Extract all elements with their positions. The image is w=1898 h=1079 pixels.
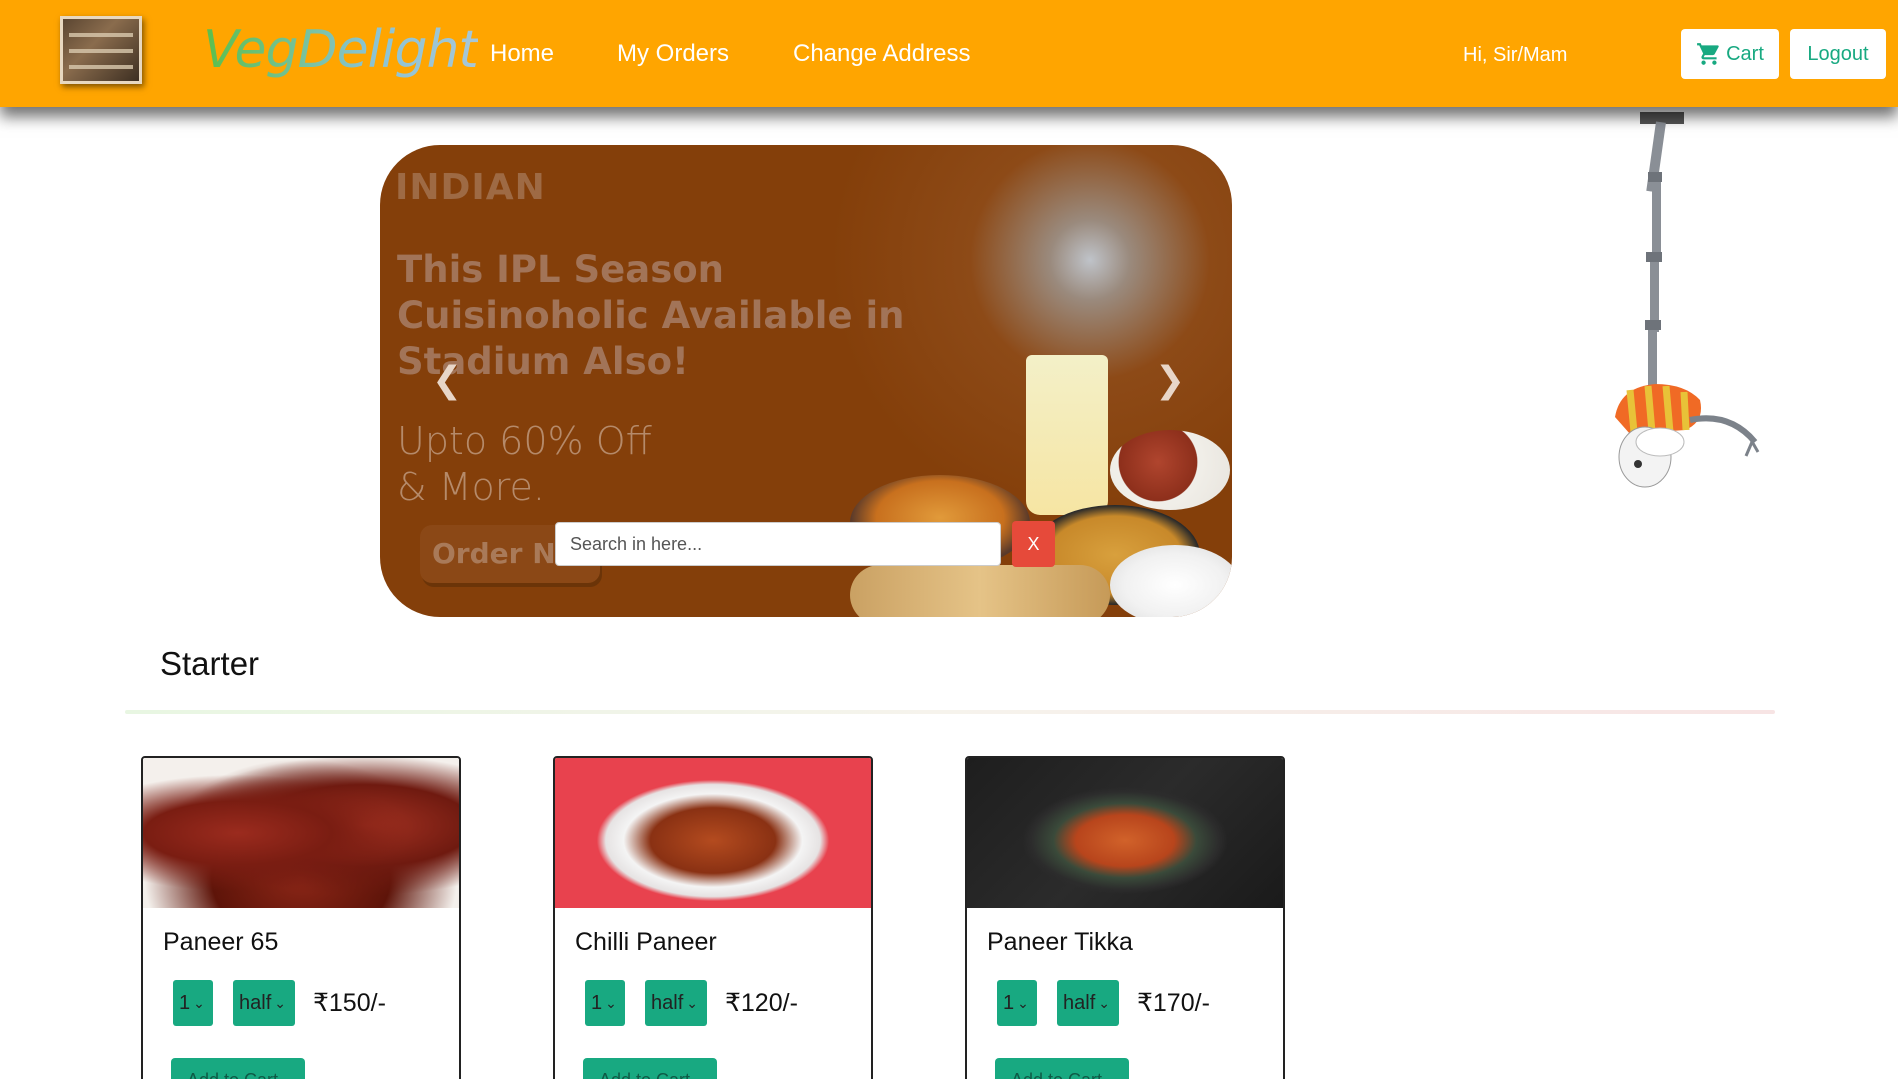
section-title: Starter bbox=[160, 645, 260, 682]
portion-select[interactable]: half ⌄ bbox=[1057, 980, 1119, 1026]
chevron-down-icon: ⌄ bbox=[1017, 994, 1029, 1011]
nav-home[interactable]: Home bbox=[490, 40, 554, 68]
add-to-cart-button[interactable]: Add to Cart bbox=[171, 1058, 305, 1079]
item-price: ₹150/- bbox=[313, 989, 386, 1017]
navbar: VegDelight Home My Orders Change Address… bbox=[0, 0, 1898, 107]
item-name: Paneer Tikka bbox=[987, 928, 1133, 956]
idli-plate-image bbox=[1110, 545, 1232, 617]
item-price: ₹170/- bbox=[1137, 989, 1210, 1017]
add-to-cart-button[interactable]: Add to Cart bbox=[995, 1058, 1129, 1079]
offer-line-1: Upto 60% Off bbox=[397, 419, 652, 463]
offer-line-2: & More. bbox=[397, 465, 545, 509]
gulab-jamun-bowl-image bbox=[1110, 430, 1230, 510]
cart-label: Cart bbox=[1726, 42, 1764, 65]
dosa-image bbox=[850, 565, 1110, 617]
user-greeting: Hi, Sir/Mam bbox=[1463, 44, 1568, 66]
quantity-value: 1 bbox=[591, 991, 603, 1014]
quantity-value: 1 bbox=[1003, 991, 1015, 1014]
restaurant-logo[interactable] bbox=[60, 16, 142, 84]
paneer-65-image bbox=[143, 758, 459, 908]
clear-search-button[interactable]: X bbox=[1012, 521, 1055, 567]
chevron-down-icon: ⌄ bbox=[193, 994, 205, 1011]
portion-value: half bbox=[1063, 991, 1096, 1014]
portion-select[interactable]: half ⌄ bbox=[233, 980, 295, 1026]
add-to-cart-button[interactable]: Add to Cart bbox=[583, 1058, 717, 1079]
lassi-glass-image bbox=[1026, 355, 1108, 515]
menu-item-card: Paneer 65 1⌄ half⌄ ₹150/- Add to Cart bbox=[141, 756, 461, 1079]
portion-value: half bbox=[239, 991, 272, 1014]
logout-button[interactable]: Logout bbox=[1790, 29, 1886, 79]
portion-select[interactable]: half ⌄ bbox=[645, 980, 707, 1026]
carousel-prev-icon[interactable]: ❮ bbox=[432, 360, 462, 401]
chevron-down-icon: ⌄ bbox=[686, 994, 698, 1011]
chevron-down-icon: ⌄ bbox=[1098, 994, 1110, 1011]
item-name: Paneer 65 bbox=[163, 928, 279, 956]
cart-button[interactable]: Cart bbox=[1681, 29, 1779, 79]
carousel-next-icon[interactable]: ❯ bbox=[1155, 360, 1185, 401]
menu-item-card: Chilli Paneer 1⌄ half⌄ ₹120/- Add to Car… bbox=[553, 756, 873, 1079]
cart-icon bbox=[1697, 43, 1719, 65]
section-divider bbox=[125, 710, 1775, 714]
quantity-select[interactable]: 1 ⌄ bbox=[997, 980, 1037, 1026]
quantity-value: 1 bbox=[179, 991, 191, 1014]
quantity-select[interactable]: 1 ⌄ bbox=[173, 980, 213, 1026]
banner-headline: This IPL Season Cuisinoholic Available i… bbox=[397, 248, 905, 383]
search-input[interactable] bbox=[555, 522, 1001, 566]
chef-mascot-image bbox=[1615, 112, 1760, 488]
chevron-down-icon: ⌄ bbox=[605, 994, 617, 1011]
paneer-tikka-image bbox=[967, 758, 1283, 908]
banner-tag: INDIAN bbox=[395, 167, 546, 208]
quantity-select[interactable]: 1 ⌄ bbox=[585, 980, 625, 1026]
portion-value: half bbox=[651, 991, 684, 1014]
item-price: ₹120/- bbox=[725, 989, 798, 1017]
menu-item-card: Paneer Tikka 1⌄ half⌄ ₹170/- Add to Cart bbox=[965, 756, 1285, 1079]
nav-change-address[interactable]: Change Address bbox=[793, 40, 970, 68]
banner-offer: Upto 60% Off & More. bbox=[397, 418, 652, 510]
chilli-paneer-image bbox=[555, 758, 871, 908]
item-name: Chilli Paneer bbox=[575, 928, 717, 956]
chevron-down-icon: ⌄ bbox=[274, 994, 286, 1011]
nav-my-orders[interactable]: My Orders bbox=[617, 40, 729, 68]
brand-name[interactable]: VegDelight bbox=[203, 20, 479, 80]
